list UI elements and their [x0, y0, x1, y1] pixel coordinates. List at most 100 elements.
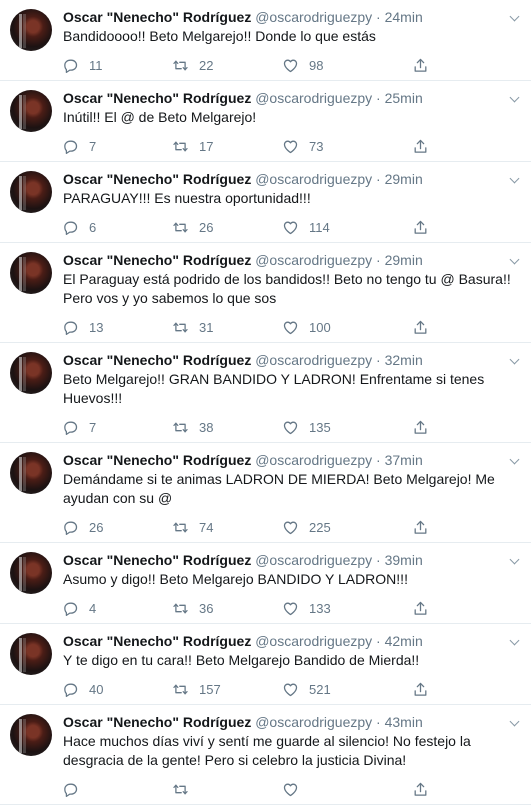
reply-button[interactable]: 11 — [62, 57, 172, 74]
retweet-button[interactable] — [172, 781, 282, 798]
like-button[interactable]: 135 — [282, 419, 412, 436]
user-handle[interactable]: @oscarodriguezpy — [255, 171, 372, 187]
avatar[interactable] — [10, 633, 52, 675]
reply-button[interactable]: 7 — [62, 138, 172, 155]
share-button[interactable] — [412, 419, 439, 436]
share-button[interactable] — [412, 138, 439, 155]
timestamp[interactable]: 24min — [385, 9, 423, 25]
share-button[interactable] — [412, 600, 439, 617]
avatar[interactable] — [10, 90, 52, 132]
retweet-button[interactable]: 38 — [172, 419, 282, 436]
share-button[interactable] — [412, 319, 439, 336]
reply-button[interactable]: 7 — [62, 419, 172, 436]
like-button[interactable]: 100 — [282, 319, 412, 336]
reply-button[interactable] — [62, 781, 172, 798]
retweet-button[interactable]: 74 — [172, 519, 282, 536]
timestamp[interactable]: 39min — [385, 552, 423, 568]
timestamp[interactable]: 43min — [385, 714, 423, 730]
like-count: 114 — [309, 219, 330, 235]
user-handle[interactable]: @oscarodriguezpy — [255, 714, 372, 730]
retweet-button[interactable]: 31 — [172, 319, 282, 336]
avatar[interactable] — [10, 352, 52, 394]
tweet[interactable]: Oscar "Nenecho" Rodríguez @oscarodriguez… — [0, 343, 531, 443]
user-handle[interactable]: @oscarodriguezpy — [255, 90, 372, 106]
retweet-button[interactable]: 17 — [172, 138, 282, 155]
reply-button[interactable]: 40 — [62, 681, 172, 698]
avatar[interactable] — [10, 552, 52, 594]
reply-icon — [64, 602, 78, 616]
user-name[interactable]: Oscar "Nenecho" Rodríguez — [63, 171, 251, 187]
user-name[interactable]: Oscar "Nenecho" Rodríguez — [63, 452, 251, 468]
retweet-icon — [173, 422, 188, 432]
user-name[interactable]: Oscar "Nenecho" Rodríguez — [63, 552, 251, 568]
user-name[interactable]: Oscar "Nenecho" Rodríguez — [63, 9, 251, 25]
separator: · — [376, 9, 381, 25]
tweet[interactable]: Oscar "Nenecho" Rodríguez @oscarodriguez… — [0, 624, 531, 705]
reply-icon — [64, 683, 78, 697]
user-handle[interactable]: @oscarodriguezpy — [255, 633, 372, 649]
tweet-text: PARAGUAY!!! Es nuestra oportunidad!!! — [63, 190, 311, 206]
tweet-actions: 13 31 100 — [62, 312, 521, 342]
avatar[interactable] — [10, 171, 52, 213]
tweet[interactable]: Oscar "Nenecho" Rodríguez @oscarodriguez… — [0, 0, 531, 81]
timestamp[interactable]: 25min — [385, 90, 423, 106]
user-handle[interactable]: @oscarodriguezpy — [255, 9, 372, 25]
tweet[interactable]: Oscar "Nenecho" Rodríguez @oscarodriguez… — [0, 243, 531, 343]
like-button[interactable]: 73 — [282, 138, 412, 155]
reply-button[interactable]: 26 — [62, 519, 172, 536]
reply-icon — [64, 321, 78, 335]
share-button[interactable] — [412, 219, 439, 236]
user-name[interactable]: Oscar "Nenecho" Rodríguez — [63, 252, 251, 268]
retweet-icon — [173, 222, 188, 232]
like-button[interactable]: 133 — [282, 600, 412, 617]
user-name[interactable]: Oscar "Nenecho" Rodríguez — [63, 90, 251, 106]
share-button[interactable] — [412, 781, 439, 798]
like-button[interactable] — [282, 781, 412, 798]
timestamp[interactable]: 29min — [385, 252, 423, 268]
share-button[interactable] — [412, 519, 439, 536]
user-handle[interactable]: @oscarodriguezpy — [255, 452, 372, 468]
retweet-count: 74 — [199, 519, 214, 535]
timestamp[interactable]: 29min — [385, 171, 423, 187]
tweet[interactable]: Oscar "Nenecho" Rodríguez @oscarodriguez… — [0, 162, 531, 243]
user-name[interactable]: Oscar "Nenecho" Rodríguez — [63, 633, 251, 649]
separator: · — [376, 452, 381, 468]
share-icon — [414, 782, 427, 796]
user-handle[interactable]: @oscarodriguezpy — [255, 252, 372, 268]
timestamp[interactable]: 37min — [385, 452, 423, 468]
tweet[interactable]: Oscar "Nenecho" Rodríguez @oscarodriguez… — [0, 543, 531, 624]
user-name[interactable]: Oscar "Nenecho" Rodríguez — [63, 352, 251, 368]
user-handle[interactable]: @oscarodriguezpy — [255, 552, 372, 568]
like-button[interactable]: 521 — [282, 681, 412, 698]
tweet-actions: 6 26 114 — [62, 212, 521, 242]
timestamp[interactable]: 42min — [385, 633, 423, 649]
like-count: 98 — [309, 57, 324, 73]
user-name[interactable]: Oscar "Nenecho" Rodríguez — [63, 714, 251, 730]
reply-button[interactable]: 4 — [62, 600, 172, 617]
avatar[interactable] — [10, 452, 52, 494]
avatar[interactable] — [10, 252, 52, 294]
like-button[interactable]: 114 — [282, 219, 412, 236]
retweet-button[interactable]: 22 — [172, 57, 282, 74]
reply-count: 7 — [89, 419, 97, 435]
timestamp[interactable]: 32min — [385, 352, 423, 368]
tweet[interactable]: Oscar "Nenecho" Rodríguez @oscarodriguez… — [0, 81, 531, 162]
like-count: 73 — [309, 138, 324, 154]
retweet-button[interactable]: 157 — [172, 681, 282, 698]
heart-icon — [283, 59, 298, 72]
user-handle[interactable]: @oscarodriguezpy — [255, 352, 372, 368]
tweet[interactable]: Oscar "Nenecho" Rodríguez @oscarodriguez… — [0, 443, 531, 543]
reply-button[interactable]: 13 — [62, 319, 172, 336]
like-button[interactable]: 225 — [282, 519, 412, 536]
share-button[interactable] — [412, 57, 439, 74]
tweet[interactable]: Oscar "Nenecho" Rodríguez @oscarodriguez… — [0, 705, 531, 805]
like-button[interactable]: 98 — [282, 57, 412, 74]
retweet-button[interactable]: 26 — [172, 219, 282, 236]
reply-button[interactable]: 6 — [62, 219, 172, 236]
avatar[interactable] — [10, 9, 52, 51]
share-button[interactable] — [412, 681, 439, 698]
tweet-actions — [62, 774, 521, 804]
tweet-text: Demándame si te animas LADRON DE MIERDA!… — [63, 471, 495, 506]
reply-icon — [64, 421, 78, 435]
retweet-button[interactable]: 36 — [172, 600, 282, 617]
